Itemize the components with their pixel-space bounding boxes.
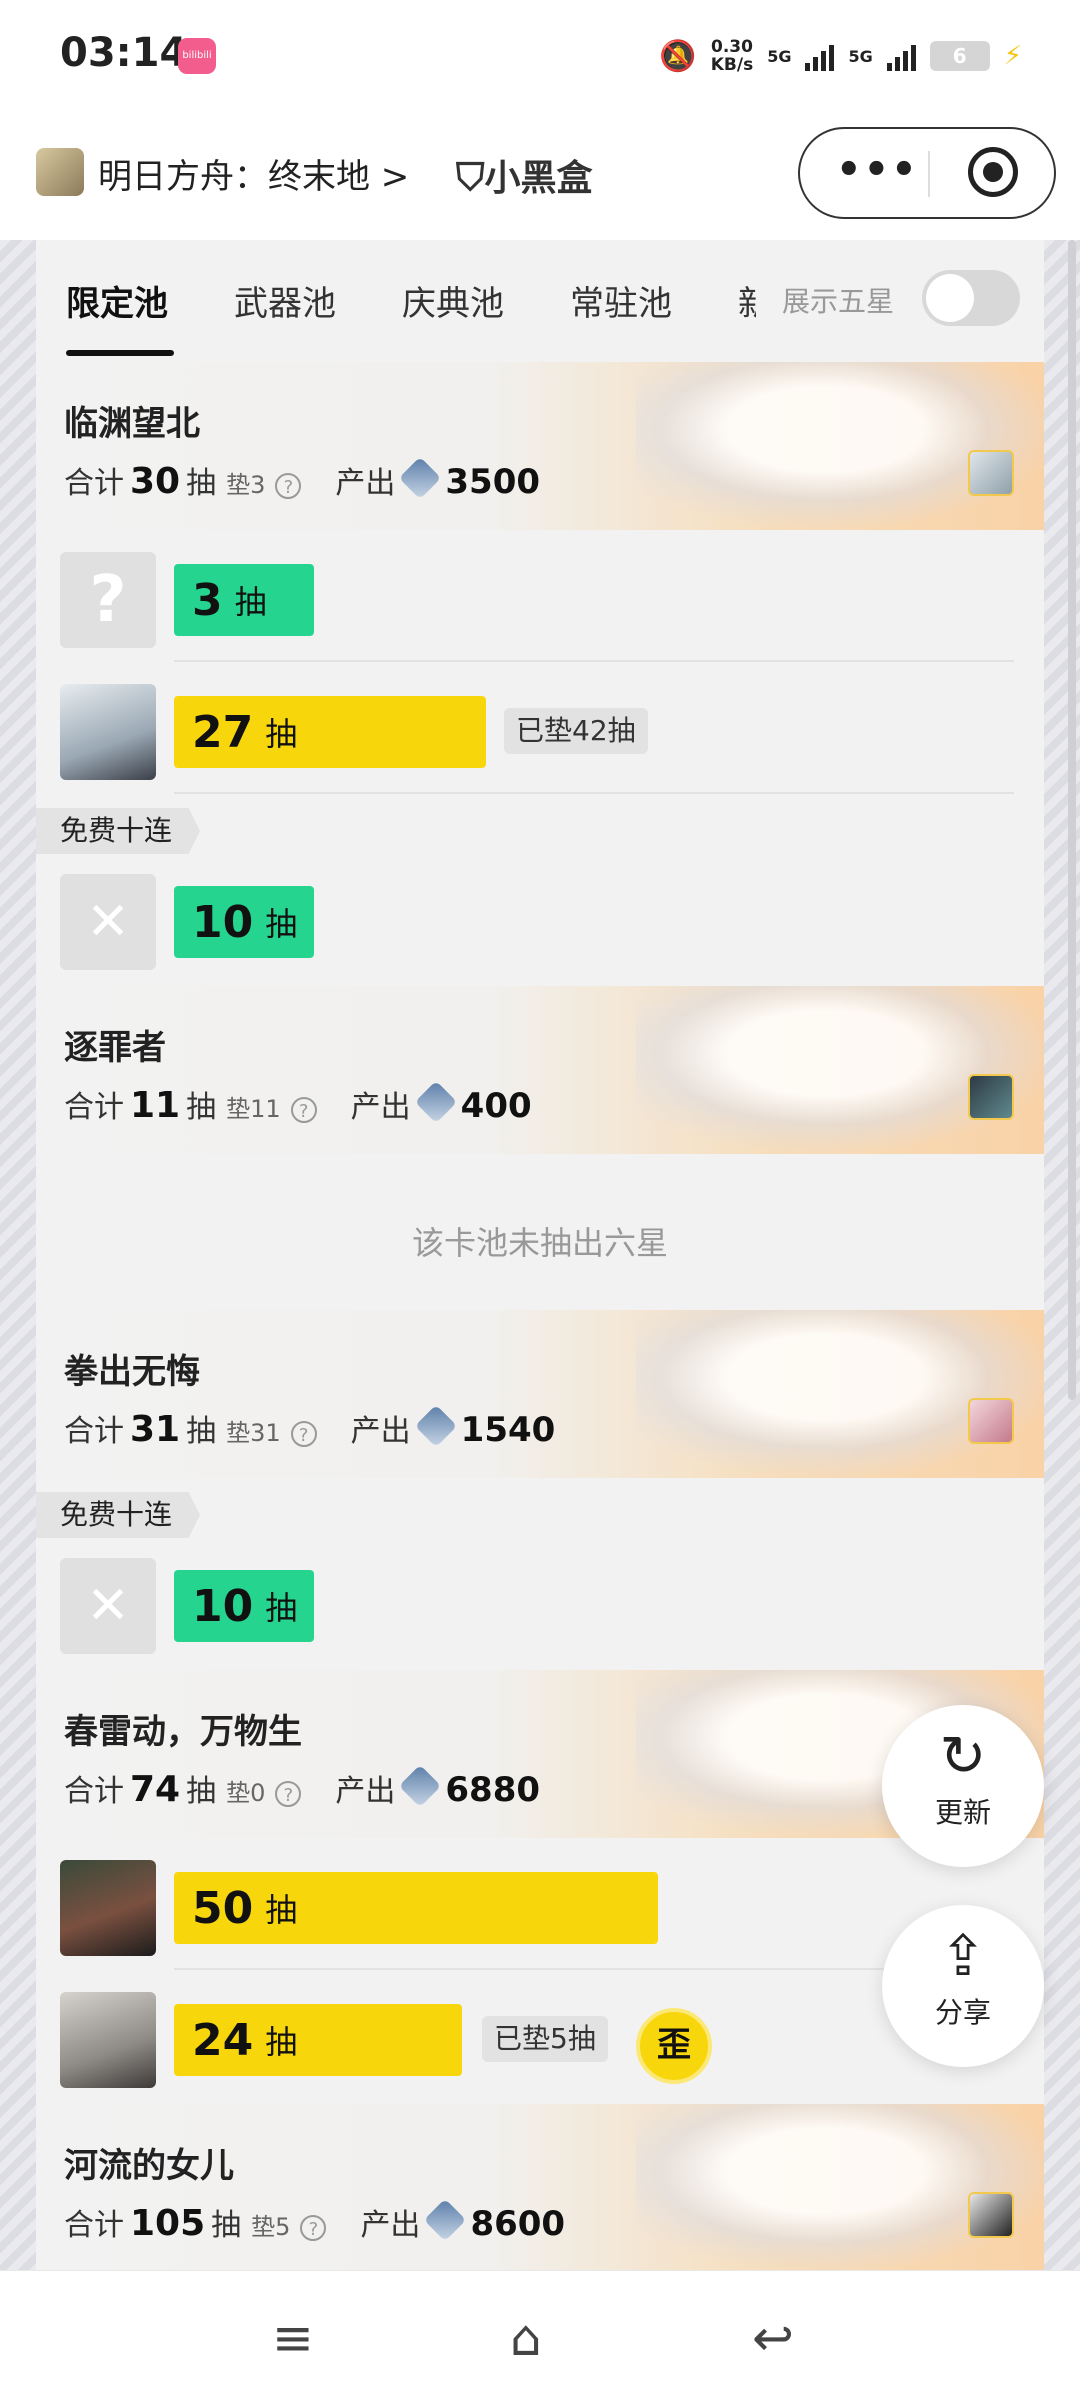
status-bar: 03:14 bilibili 🔕 0.30 KB/s 5G 5G 6 ⚡ bbox=[0, 0, 1080, 115]
empty-avatar: ✕ bbox=[60, 1558, 156, 1654]
divider bbox=[174, 660, 1014, 662]
help-icon[interactable]: ? bbox=[290, 1097, 317, 1123]
draw-count-bar: 24 抽 bbox=[174, 2004, 462, 2076]
pool-name: 逐罪者 bbox=[64, 1028, 166, 1068]
app-bar: 明日方舟：终末地 > ⛉小黑盒 ••• bbox=[0, 115, 1080, 240]
draw-count-bar: 50 抽 bbox=[174, 1872, 658, 1944]
help-icon[interactable]: ? bbox=[275, 1781, 302, 1807]
share-icon: ⇪ bbox=[939, 1924, 987, 1989]
pad-tag: 已垫5抽 bbox=[482, 2016, 608, 2062]
character-avatar bbox=[60, 1992, 156, 2088]
net-speed: 0.30 KB/s bbox=[710, 37, 754, 75]
draw-count-bar: 27 抽 bbox=[174, 696, 486, 768]
charging-icon: ⚡ bbox=[1003, 41, 1022, 71]
signal-icon bbox=[886, 41, 916, 71]
battery-icon: 6 bbox=[929, 41, 990, 71]
pool-stats: 合计 30 抽 垫3? 产出 3500 bbox=[64, 456, 540, 502]
originium-icon bbox=[399, 456, 442, 500]
pool-stats: 合计 105 抽 垫5? 产出 8600 bbox=[64, 2198, 565, 2244]
draw-count-bar: 10 抽 bbox=[174, 886, 314, 958]
pool-banner-art bbox=[636, 2104, 1044, 2270]
status-right: 🔕 0.30 KB/s 5G 5G 6 ⚡ bbox=[659, 34, 1022, 78]
draw-row: 27 抽 已垫42抽 bbox=[36, 664, 1044, 794]
unknown-avatar: ? bbox=[60, 552, 156, 648]
refresh-button[interactable]: ↻ 更新 bbox=[882, 1705, 1044, 1867]
tab-new[interactable]: 新 bbox=[738, 276, 756, 325]
game-avatar[interactable] bbox=[36, 148, 84, 196]
scrollbar[interactable] bbox=[1068, 240, 1076, 1400]
signal-icon bbox=[805, 41, 835, 71]
free-ten-tag: 免费十连 bbox=[36, 1492, 201, 1538]
close-target-icon[interactable] bbox=[968, 147, 1018, 197]
pool-header[interactable]: 河流的女儿 合计 105 抽 垫5? 产出 8600 bbox=[36, 2104, 1044, 2270]
empty-avatar: ✕ bbox=[60, 874, 156, 970]
off-banner-badge: 歪 bbox=[636, 2008, 712, 2084]
pool-tabs: 限定池 武器池 庆典池 常驻池 新 展示五星 bbox=[36, 240, 1044, 360]
tab-weapon[interactable]: 武器池 bbox=[234, 276, 336, 325]
draw-count-bar: 10 抽 bbox=[174, 1570, 314, 1642]
background-stripes-left bbox=[0, 240, 36, 2270]
capsule-divider bbox=[928, 151, 930, 197]
help-icon[interactable]: ? bbox=[290, 1421, 317, 1447]
originium-icon bbox=[414, 1080, 457, 1124]
pool-banner-art bbox=[636, 986, 1044, 1154]
draw-count-bar: 3抽 bbox=[174, 564, 314, 636]
originium-icon bbox=[399, 1764, 442, 1808]
character-thumb bbox=[968, 1074, 1014, 1120]
game-title-link[interactable]: 明日方舟：终末地 > bbox=[98, 149, 409, 198]
mini-program-capsule: ••• bbox=[798, 127, 1056, 219]
character-avatar bbox=[60, 684, 156, 780]
draw-row: ? 3抽 bbox=[36, 532, 1044, 662]
character-thumb bbox=[968, 1398, 1014, 1444]
help-icon[interactable]: ? bbox=[275, 473, 302, 499]
system-nav-bar: ≡ ⌂ ↩ bbox=[0, 2270, 1080, 2401]
free-ten-tag: 免费十连 bbox=[36, 808, 201, 854]
more-icon[interactable]: ••• bbox=[836, 147, 919, 193]
pool-stats: 合计 11 抽 垫11? 产出 400 bbox=[64, 1080, 532, 1126]
status-time: 03:14 bbox=[60, 30, 188, 76]
originium-icon bbox=[414, 1404, 457, 1448]
draw-row: ✕ 10 抽 bbox=[36, 1538, 1044, 1668]
pool-header[interactable]: 拳出无悔 合计 31 抽 垫31? 产出 1540 bbox=[36, 1310, 1044, 1478]
pool-name: 临渊望北 bbox=[64, 404, 200, 444]
pool-header[interactable]: 临渊望北 合计 30 抽 垫3? 产出 3500 bbox=[36, 362, 1044, 530]
menu-icon[interactable]: ≡ bbox=[272, 2309, 314, 2367]
tab-active-indicator bbox=[66, 350, 174, 356]
refresh-icon: ↻ bbox=[939, 1724, 987, 1789]
character-thumb bbox=[968, 450, 1014, 496]
bilibili-app-icon: bilibili bbox=[178, 38, 216, 74]
pool-header[interactable]: 逐罪者 合计 11 抽 垫11? 产出 400 bbox=[36, 986, 1044, 1154]
tab-celebration[interactable]: 庆典池 bbox=[402, 276, 504, 325]
xiaoheihe-logo: ⛉小黑盒 bbox=[456, 155, 593, 199]
heihe-logo-icon: ⛉ bbox=[456, 155, 485, 199]
originium-icon bbox=[424, 2198, 467, 2242]
pool-name: 拳出无悔 bbox=[64, 1352, 200, 1392]
sim2-label: 5G bbox=[848, 46, 873, 66]
pool-stats: 合计 31 抽 垫31? 产出 1540 bbox=[64, 1404, 555, 1450]
character-thumb bbox=[968, 2192, 1014, 2238]
pool-stats: 合计 74 抽 垫0? 产出 6880 bbox=[64, 1764, 540, 1810]
show-five-star-label: 展示五星 bbox=[782, 285, 895, 318]
divider bbox=[174, 792, 1014, 794]
help-icon[interactable]: ? bbox=[300, 2215, 327, 2241]
pool-name: 河流的女儿 bbox=[64, 2146, 234, 2186]
draw-row: ✕ 10 抽 bbox=[36, 854, 1044, 984]
pool-banner-art bbox=[636, 1310, 1044, 1478]
back-icon[interactable]: ↩ bbox=[752, 2309, 794, 2367]
home-icon[interactable]: ⌂ bbox=[510, 2309, 542, 2367]
character-avatar bbox=[60, 1860, 156, 1956]
show-five-star-toggle[interactable] bbox=[922, 270, 1020, 326]
pool-banner-art bbox=[636, 362, 1044, 530]
mute-bell-icon: 🔕 bbox=[659, 38, 697, 74]
tab-limited[interactable]: 限定池 bbox=[66, 276, 168, 325]
sim1-label: 5G bbox=[767, 46, 792, 66]
tab-standard[interactable]: 常驻池 bbox=[570, 276, 672, 325]
no-six-star-text: 该卡池未抽出六星 bbox=[411, 1224, 668, 1262]
share-button[interactable]: ⇪ 分享 bbox=[882, 1905, 1044, 2067]
pool-name: 春雷动，万物生 bbox=[64, 1712, 302, 1752]
pad-tag: 已垫42抽 bbox=[504, 708, 648, 754]
